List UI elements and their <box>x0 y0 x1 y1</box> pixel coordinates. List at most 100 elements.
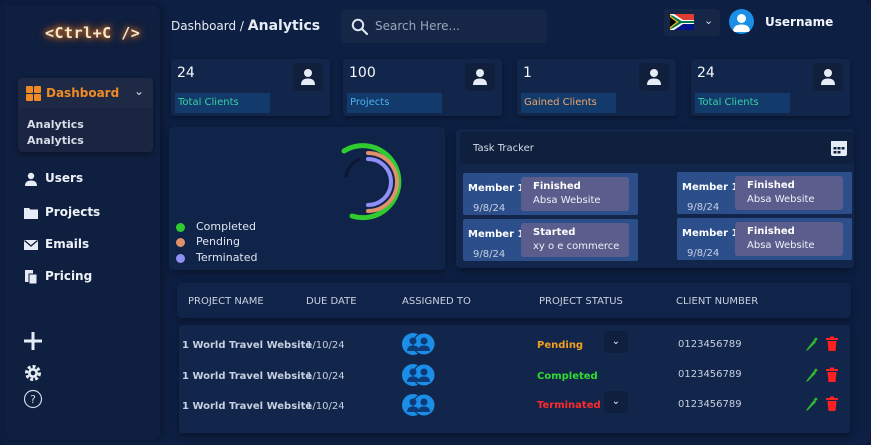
user-icon <box>821 69 835 85</box>
search-bar <box>341 10 547 43</box>
due-date: 1/10/24 <box>306 371 345 382</box>
user-icon <box>647 69 661 85</box>
user-icon <box>733 14 750 32</box>
project-status: Completed <box>537 371 598 382</box>
project-status: Terminated <box>537 400 601 411</box>
assigned-avatars-icon[interactable] <box>401 363 436 387</box>
sidebar-item-projects[interactable]: Projects <box>19 202 149 224</box>
logo[interactable]: <Ctrl+C /> <box>45 24 140 42</box>
legend-dot <box>176 238 185 247</box>
client-number: 0123456789 <box>678 339 742 350</box>
task-card[interactable]: Member 1 9/8/24 Finished Absa Website <box>677 172 852 214</box>
client-number: 0123456789 <box>678 369 742 380</box>
username[interactable]: Username <box>765 15 833 29</box>
user-icon <box>301 69 315 85</box>
sidebar-item-label: Users <box>45 171 84 185</box>
avatar[interactable] <box>729 9 754 34</box>
project-name: 1 World Travel Website <box>182 401 313 412</box>
sidebar-subitem-analytics[interactable]: Analytics <box>27 134 84 147</box>
edit-icon[interactable] <box>804 336 818 352</box>
sidebar: <Ctrl+C /> Dashboard ⌄ Analytics Analyti… <box>5 5 160 440</box>
column-header[interactable]: PROJECT STATUS <box>539 296 623 307</box>
stat-card-gained-clients: 1 Gained Clients <box>517 59 676 116</box>
app-frame: <Ctrl+C /> Dashboard ⌄ Analytics Analyti… <box>0 0 871 445</box>
table-row[interactable]: 1 World Travel Website 1/10/24 Terminate… <box>179 391 850 422</box>
stat-value: 24 <box>697 65 715 81</box>
task-date: 9/8/24 <box>687 248 720 259</box>
task-card[interactable]: Member 1 9/8/24 Finished Absa Website <box>463 173 638 215</box>
assigned-avatars-icon[interactable] <box>401 332 436 356</box>
task-project: Absa Website <box>747 240 815 251</box>
task-date: 9/8/24 <box>473 203 506 214</box>
search-input[interactable] <box>375 16 535 36</box>
delete-icon[interactable] <box>825 396 839 412</box>
task-card[interactable]: Member 1 9/8/24 Finished Absa Website <box>677 218 852 260</box>
dashboard-icon <box>26 86 41 101</box>
column-header[interactable]: CLIENT NUMBER <box>676 296 758 307</box>
task-member: Member 1 <box>468 229 525 240</box>
task-status: Started <box>533 227 576 238</box>
south-africa-flag-icon <box>670 14 694 30</box>
sidebar-subitem-analytics[interactable]: Analytics <box>27 118 84 131</box>
column-header[interactable]: ASSIGNED TO <box>402 296 471 307</box>
task-project: Absa Website <box>747 194 815 205</box>
status-dropdown-button[interactable]: ⌄ <box>604 391 628 413</box>
task-card[interactable]: Member 1 9/8/24 Started xy o e commerce <box>463 219 638 261</box>
sidebar-item-label: Pricing <box>45 269 93 283</box>
task-tracker-title: Task Tracker <box>473 143 534 154</box>
breadcrumb-parent[interactable]: Dashboard / <box>171 19 244 33</box>
language-selector[interactable]: ⌄ <box>664 9 720 36</box>
plus-icon[interactable] <box>22 330 44 352</box>
page-title: Analytics <box>247 18 321 34</box>
task-status: Finished <box>533 181 581 192</box>
edit-icon[interactable] <box>804 396 818 412</box>
project-name: 1 World Travel Website <box>182 371 313 382</box>
stat-label: Total Clients <box>175 93 270 113</box>
stat-label: Total Clients <box>695 93 790 113</box>
help-icon[interactable]: ? <box>22 388 44 410</box>
user-icon <box>25 172 37 186</box>
stat-card-total-clients: 24 Total Clients <box>171 59 330 116</box>
sidebar-item-pricing[interactable]: Pricing <box>19 266 149 288</box>
table-row[interactable]: 1 World Travel Website 1/10/24 Pending ⌄… <box>179 331 850 361</box>
task-info: Finished Absa Website <box>735 222 843 256</box>
svg-text:?: ? <box>30 393 36 406</box>
sidebar-item-users[interactable]: Users <box>19 168 149 190</box>
stat-icon-box <box>639 63 669 91</box>
sidebar-item-emails[interactable]: Emails <box>19 234 149 256</box>
column-header[interactable]: DUE DATE <box>306 296 357 307</box>
stat-value: 24 <box>177 65 195 81</box>
stat-value: 1 <box>523 65 532 81</box>
sidebar-item-dashboard[interactable]: Dashboard ⌄ <box>18 78 153 108</box>
task-status: Finished <box>747 226 795 237</box>
breadcrumb: Dashboard / Analytics <box>171 18 320 34</box>
donut-arc-shadow <box>344 157 361 178</box>
task-member: Member 1 <box>468 183 525 194</box>
delete-icon[interactable] <box>825 367 839 383</box>
donut-chart <box>341 143 402 221</box>
settings-icon[interactable] <box>22 362 44 384</box>
task-project: Absa Website <box>533 195 601 206</box>
calendar-icon[interactable] <box>826 138 852 160</box>
status-dropdown-button[interactable]: ⌄ <box>604 331 628 353</box>
stat-icon-box <box>465 63 495 91</box>
project-name: 1 World Travel Website <box>182 340 313 351</box>
mail-icon <box>24 239 38 250</box>
folder-icon <box>24 208 38 219</box>
sidebar-item-label: Projects <box>45 205 101 219</box>
donut-arc-terminated <box>366 157 393 207</box>
project-status: Pending <box>537 340 584 351</box>
task-member: Member 1 <box>682 182 739 193</box>
assigned-avatars-icon[interactable] <box>401 393 436 417</box>
stat-card-total-clients: 24 Total Clients <box>691 59 850 116</box>
chevron-down-icon[interactable]: ⌄ <box>134 84 144 98</box>
client-number: 0123456789 <box>678 399 742 410</box>
delete-icon[interactable] <box>825 336 839 352</box>
projects-table: 1 World Travel Website 1/10/24 Pending ⌄… <box>179 325 850 433</box>
table-row[interactable]: 1 World Travel Website 1/10/24 Completed… <box>179 362 850 392</box>
edit-icon[interactable] <box>804 367 818 383</box>
stat-value: 100 <box>349 65 376 81</box>
task-info: Finished Absa Website <box>521 177 629 211</box>
column-header[interactable]: PROJECT NAME <box>188 296 264 307</box>
stat-label: Projects <box>347 93 442 113</box>
